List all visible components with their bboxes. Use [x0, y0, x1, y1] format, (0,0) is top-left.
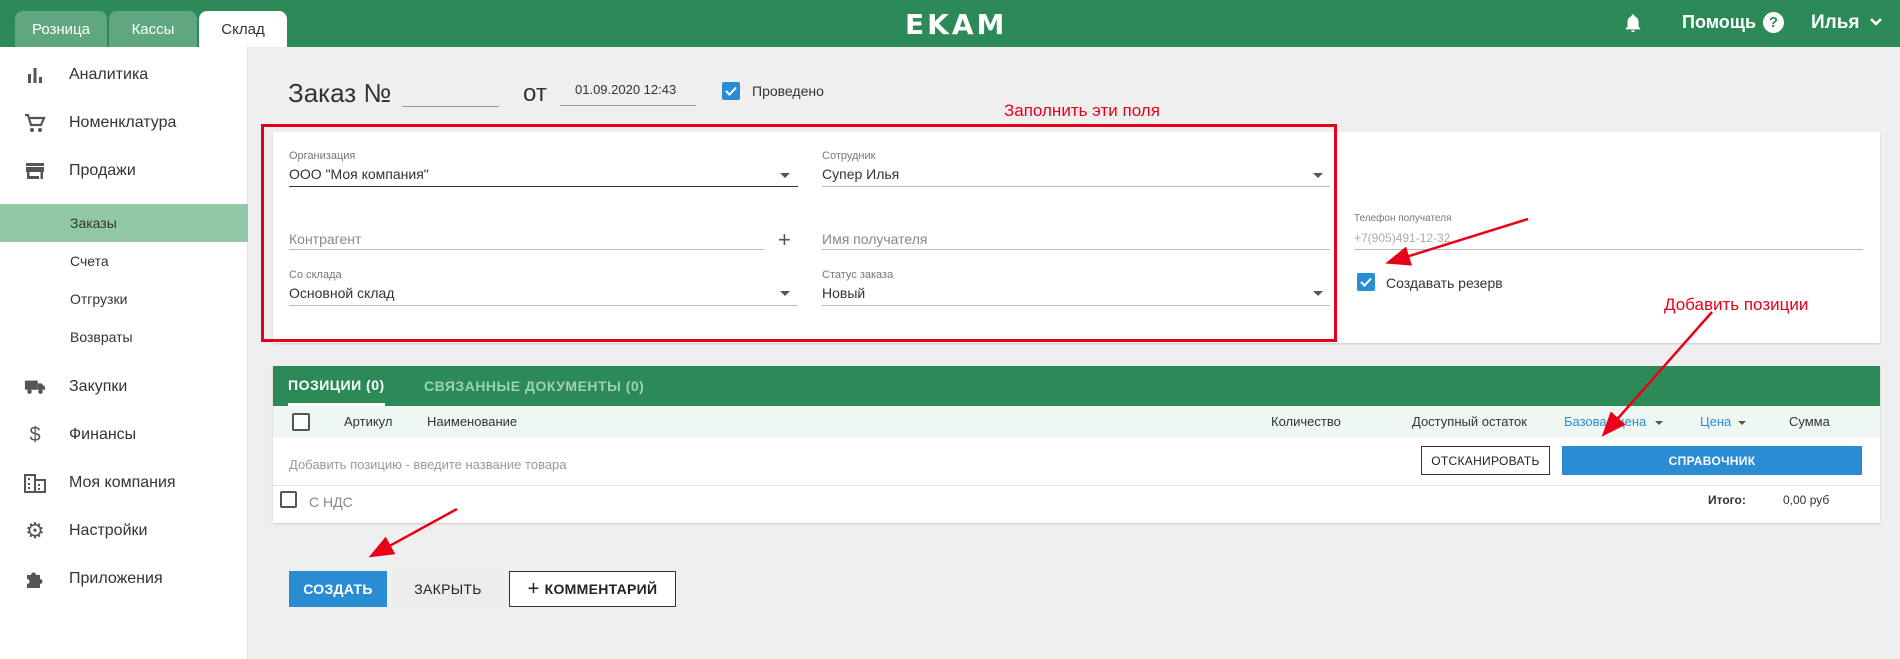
annotation-arrows [368, 217, 1713, 558]
arrow-to-create [368, 507, 458, 558]
arrow-to-reserve [1385, 217, 1529, 266]
arrow-to-catalog [1601, 311, 1713, 437]
